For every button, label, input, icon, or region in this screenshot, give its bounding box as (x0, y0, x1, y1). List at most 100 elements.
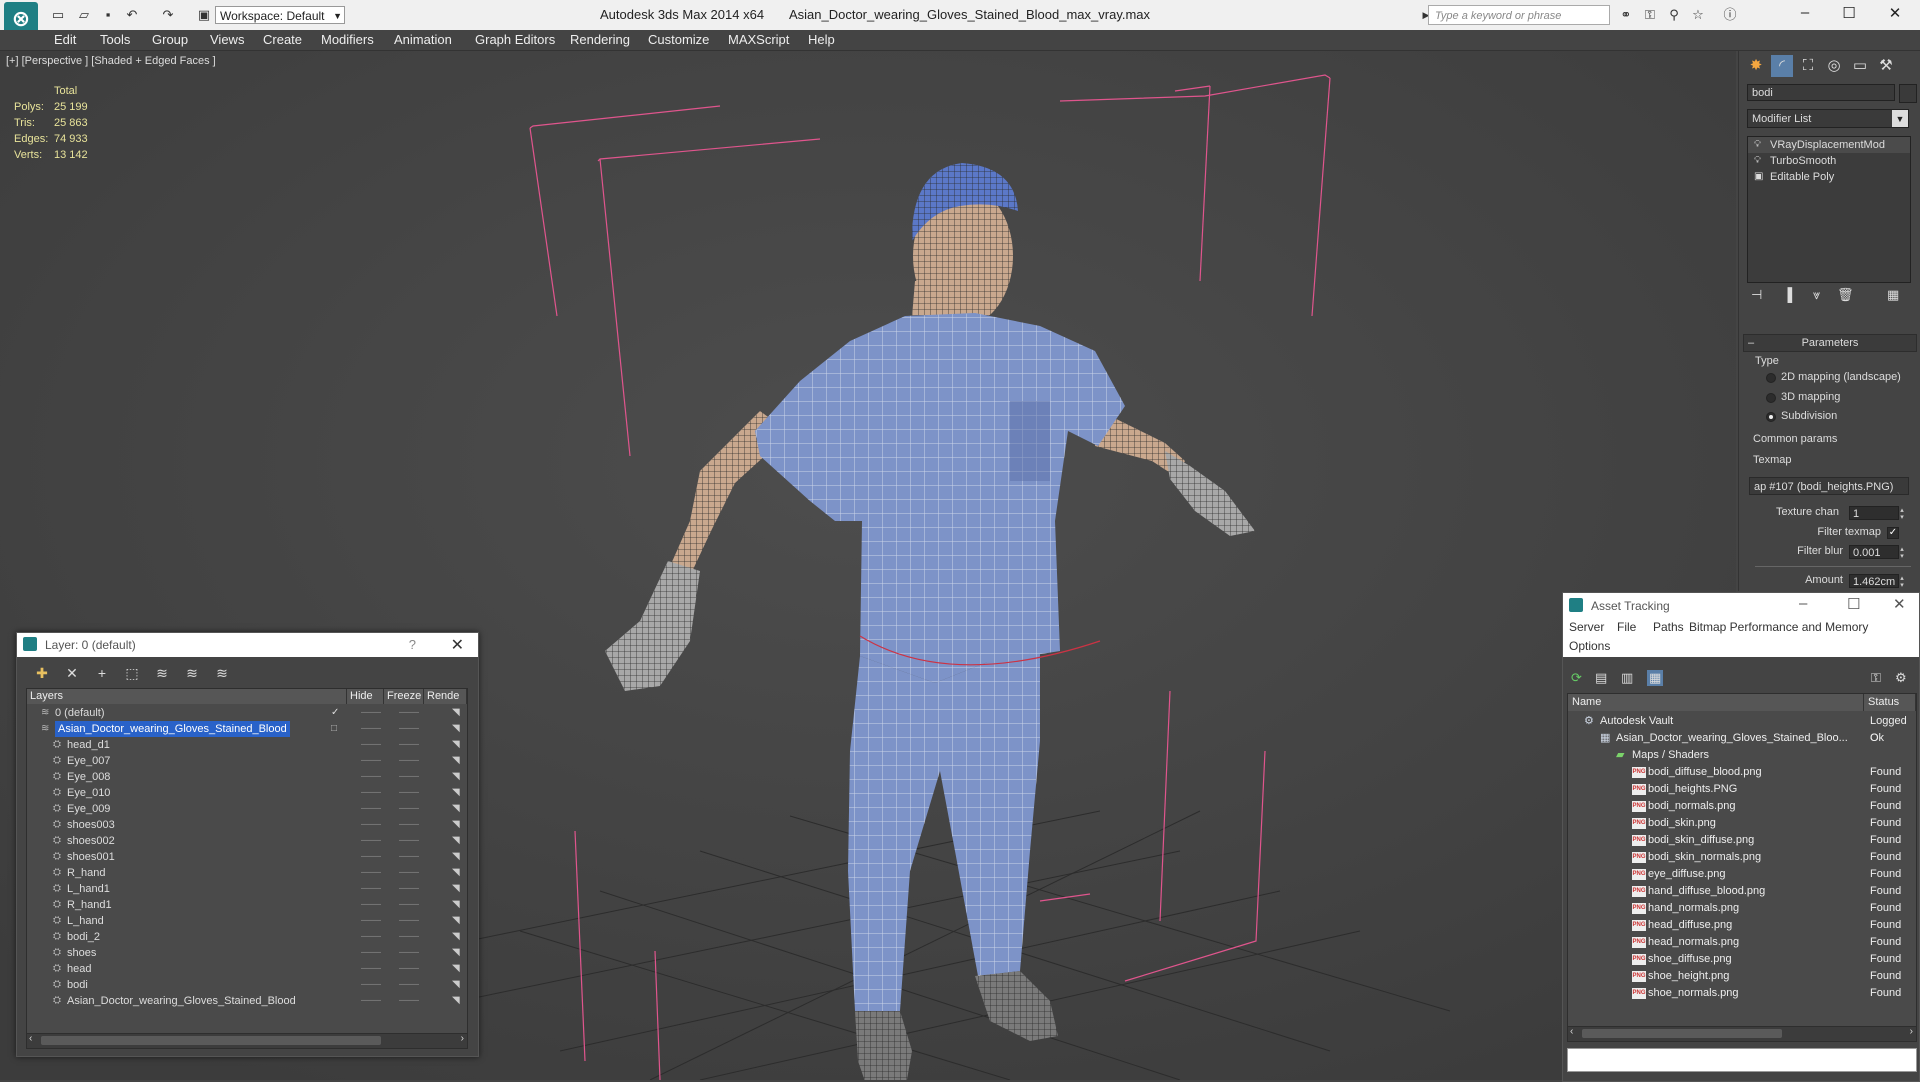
layer-row[interactable]: ⛭ shoes002 —— —— ◥ (27, 833, 467, 849)
help-icon[interactable]: ⚿ (1871, 670, 1881, 686)
motion-tab-icon[interactable]: ◎ (1823, 55, 1845, 77)
scroll-left-icon[interactable]: ‹ (29, 1033, 32, 1044)
layer-row[interactable]: ⛭ shoes001 —— —— ◥ (27, 849, 467, 865)
search-input[interactable]: Type a keyword or phrase (1428, 5, 1610, 25)
pin-stack-icon[interactable]: ⊣ (1751, 287, 1762, 303)
asset-row[interactable]: PNG bodi_skin.png Found (1568, 815, 1916, 832)
asset-row[interactable]: PNG bodi_heights.PNG Found (1568, 781, 1916, 798)
lightbulb-icon[interactable]: 💡︎ (1754, 137, 1761, 153)
asset-row[interactable]: PNG shoe_height.png Found (1568, 968, 1916, 985)
current-layer-check[interactable]: ✓ (331, 705, 339, 721)
filter-blur-spinner[interactable]: 0.001 (1849, 545, 1908, 559)
asset-row[interactable]: ⚙ Autodesk Vault Logged O (1568, 713, 1916, 744)
render-teapot-icon[interactable]: ◥ (452, 833, 460, 849)
freeze-toggle[interactable]: —— (399, 769, 419, 785)
layer-row[interactable]: ⛭ R_hand —— —— ◥ (27, 865, 467, 881)
create-tab-icon[interactable]: ✸ (1745, 55, 1767, 77)
table-view-icon[interactable]: ▦ (1647, 670, 1664, 686)
favorites-star-icon[interactable]: ☆ (1690, 7, 1706, 23)
freeze-toggle[interactable]: —— (399, 833, 419, 849)
minimize-button[interactable]: – (1790, 4, 1820, 21)
show-end-result-icon[interactable]: ▐ (1783, 287, 1792, 302)
filter-texmap-checkbox[interactable]: ✓ (1887, 527, 1899, 539)
settings-icon[interactable]: ⚙ (1895, 670, 1907, 686)
radio-3d-mapping[interactable]: 3D mapping (1763, 391, 1840, 403)
texture-chan-spinner[interactable]: 1 (1849, 506, 1908, 520)
hide-toggle[interactable]: —— (361, 945, 381, 961)
utilities-tab-icon[interactable]: ⚒ (1875, 55, 1897, 77)
asset-row[interactable]: PNG bodi_skin_diffuse.png Found (1568, 832, 1916, 849)
horizontal-scrollbar[interactable]: ‹ › (26, 1033, 468, 1049)
add-to-layer-icon[interactable]: + (91, 665, 113, 681)
workspace-dropdown[interactable]: Workspace: Default ▼ (215, 6, 345, 24)
column-status[interactable]: Status (1864, 694, 1916, 711)
column-layers[interactable]: Layers (27, 689, 347, 704)
hide-toggle[interactable]: —— (361, 737, 381, 753)
hide-toggle[interactable]: —— (361, 817, 381, 833)
freeze-toggle[interactable]: —— (399, 961, 419, 977)
object-name-field[interactable]: bodi (1747, 84, 1895, 101)
asset-row[interactable]: PNG bodi_skin_normals.png Found (1568, 849, 1916, 866)
menu-tools[interactable]: Tools (100, 32, 130, 47)
column-freeze[interactable]: Freeze (384, 689, 424, 704)
modifier-list-dropdown[interactable]: Modifier List ▼ (1747, 109, 1909, 128)
key-icon[interactable]: ⚿ (1642, 7, 1658, 23)
freeze-toggle[interactable]: —— (399, 897, 419, 913)
hide-toggle[interactable]: —— (361, 721, 381, 737)
menu-group[interactable]: Group (152, 32, 188, 47)
delete-layer-icon[interactable]: ✕ (61, 665, 83, 682)
parameters-rollout-header[interactable]: – Parameters (1743, 334, 1917, 352)
menu-options[interactable]: Options (1569, 639, 1610, 653)
hide-toggle[interactable]: —— (361, 913, 381, 929)
layer-row[interactable]: ⛭ R_hand1 —— —— ◥ (27, 897, 467, 913)
column-hide[interactable]: Hide (347, 689, 384, 704)
close-button[interactable]: ✕ (1893, 595, 1906, 613)
hide-toggle[interactable]: —— (361, 993, 381, 1009)
horizontal-scrollbar[interactable]: ‹ › (1567, 1026, 1917, 1042)
menu-help[interactable]: Help (808, 32, 835, 47)
hide-toggle[interactable]: —— (361, 961, 381, 977)
asset-row[interactable]: PNG hand_diffuse_blood.png Found (1568, 883, 1916, 900)
highlight-layer-icon[interactable]: ≋ (151, 665, 173, 682)
asset-row[interactable]: ▦ Asian_Doctor_wearing_Gloves_Stained_Blo… (1568, 730, 1916, 747)
hide-toggle[interactable]: —— (361, 977, 381, 993)
layer-row[interactable]: ⛭ Eye_008 —— —— ◥ (27, 769, 467, 785)
hide-toggle[interactable]: —— (361, 865, 381, 881)
save-file-icon[interactable]: ▪ (100, 7, 116, 23)
texmap-button[interactable]: ap #107 (bodi_heights.PNG) (1749, 477, 1909, 495)
redo-icon[interactable]: ↷ (160, 7, 176, 23)
scroll-right-icon[interactable]: › (461, 1033, 464, 1044)
render-teapot-icon[interactable]: ◥ (452, 705, 460, 721)
menu-bitmap-performance[interactable]: Bitmap Performance and Memory (1689, 620, 1868, 634)
list-view-icon[interactable]: ▤ (1595, 670, 1607, 686)
menu-paths[interactable]: Paths (1653, 620, 1684, 634)
menu-customize[interactable]: Customize (648, 32, 709, 47)
help-button[interactable]: ? (409, 637, 416, 652)
binoculars-icon[interactable]: ⚭ (1618, 7, 1634, 23)
render-teapot-icon[interactable]: ◥ (452, 801, 460, 817)
scrollbar-thumb[interactable] (1582, 1029, 1782, 1038)
help-icon[interactable]: ⓘ (1722, 7, 1738, 23)
layer-dialog-titlebar[interactable]: Layer: 0 (default) ? ✕ (17, 633, 478, 657)
make-unique-icon[interactable]: ⩔ (1813, 287, 1820, 303)
configure-sets-icon[interactable]: ▦ (1887, 287, 1899, 303)
close-button[interactable]: ✕ (1880, 4, 1910, 22)
new-file-icon[interactable]: ▭ (50, 7, 66, 23)
layer-row[interactable]: ⛭ head_d1 —— —— ◥ (27, 737, 467, 753)
open-file-icon[interactable]: ▱ (76, 7, 92, 23)
menu-file[interactable]: File (1617, 620, 1636, 634)
freeze-toggle[interactable]: —— (399, 865, 419, 881)
render-teapot-icon[interactable]: ◥ (452, 913, 460, 929)
freeze-toggle[interactable]: —— (399, 881, 419, 897)
render-teapot-icon[interactable]: ◥ (452, 817, 460, 833)
menu-views[interactable]: Views (210, 32, 244, 47)
hide-toggle[interactable]: —— (361, 753, 381, 769)
asset-row[interactable]: PNG eye_diffuse.png Found (1568, 866, 1916, 883)
asset-row[interactable]: PNG head_diffuse.png Found (1568, 917, 1916, 934)
freeze-toggle[interactable]: —— (399, 737, 419, 753)
freeze-toggle[interactable]: —— (399, 913, 419, 929)
column-render[interactable]: Rende (424, 689, 467, 704)
detail-view-icon[interactable]: ▥ (1621, 670, 1633, 686)
hide-toggle[interactable]: —— (361, 801, 381, 817)
freeze-all-icon[interactable]: ≋ (211, 665, 233, 682)
